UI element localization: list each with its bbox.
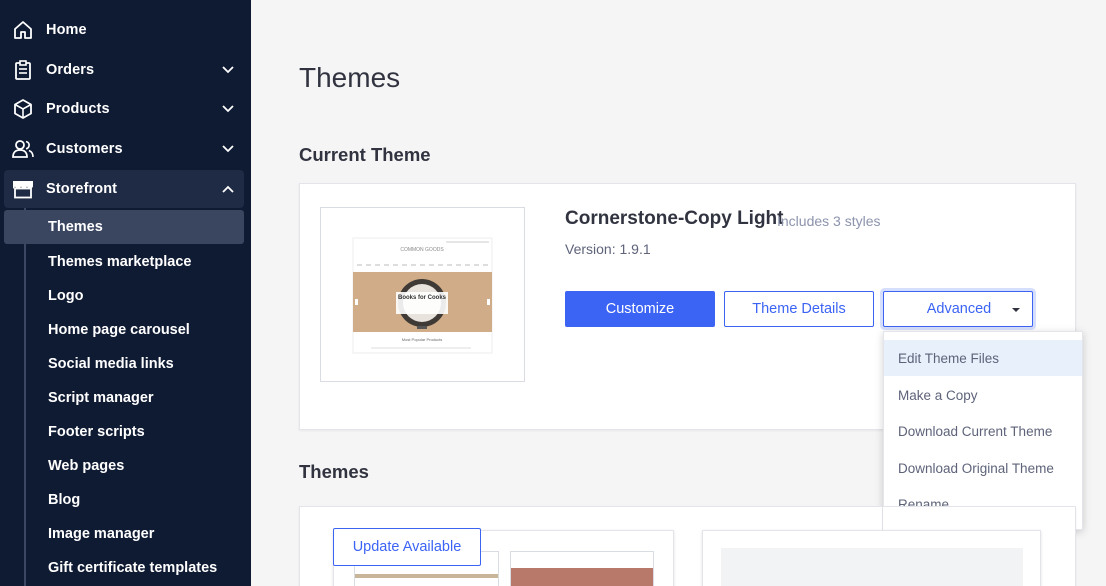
sidebar-subitem-footer-scripts[interactable]: Footer scripts xyxy=(4,415,244,449)
sidebar-item-home[interactable]: Home xyxy=(0,11,251,49)
sidebar-item-label: Products xyxy=(46,101,110,117)
update-available-button[interactable]: Update Available xyxy=(333,528,481,566)
sidebar-subitem-label: Themes xyxy=(48,219,103,235)
storefront-icon xyxy=(12,179,34,199)
sidebar-subitem-image-manager[interactable]: Image manager xyxy=(4,517,244,551)
chevron-up-icon[interactable] xyxy=(220,182,236,196)
sidebar-item-orders[interactable]: Orders xyxy=(0,51,251,89)
sidebar-subitem-script-manager[interactable]: Script manager xyxy=(4,381,244,415)
menu-item-make-a-copy[interactable]: Make a Copy xyxy=(884,377,1082,413)
page-title: Themes xyxy=(299,62,401,93)
preview-footer-text: Most Popular Products xyxy=(402,337,442,342)
home-icon xyxy=(12,20,34,40)
sidebar-subitem-label: Footer scripts xyxy=(48,424,145,440)
products-icon xyxy=(12,99,34,119)
theme-version: Version: 1.9.1 xyxy=(565,241,651,257)
sidebar-subitem-gift-certificate-templates[interactable]: Gift certificate templates xyxy=(4,551,244,585)
themes-heading: Themes xyxy=(299,461,369,482)
sidebar-subitem-logo[interactable]: Logo xyxy=(4,279,244,313)
sidebar: Home Orders Products Customers Storefron… xyxy=(0,0,251,586)
preview-banner-text: Books for Cooks xyxy=(398,295,447,301)
sidebar-item-label: Orders xyxy=(46,62,95,78)
sidebar-subitem-home-page-carousel[interactable]: Home page carousel xyxy=(4,313,244,347)
theme-tile-preview-alt xyxy=(510,551,654,586)
chevron-down-icon[interactable] xyxy=(220,102,236,116)
sidebar-subitem-label: Logo xyxy=(48,288,84,304)
sidebar-subitem-blog[interactable]: Blog xyxy=(4,483,244,517)
theme-tile-preview-bar xyxy=(355,574,498,578)
theme-details-button[interactable]: Theme Details xyxy=(724,291,874,327)
chevron-down-icon[interactable] xyxy=(220,63,236,77)
caret-down-icon xyxy=(1012,308,1020,312)
customers-icon xyxy=(12,139,34,159)
customize-button[interactable]: Customize xyxy=(565,291,715,327)
sidebar-item-label: Storefront xyxy=(46,181,118,197)
current-theme-heading: Current Theme xyxy=(299,144,431,165)
theme-tile-2-preview xyxy=(721,548,1023,586)
sidebar-item-products[interactable]: Products xyxy=(0,90,251,128)
theme-tile-preview-alt-banner xyxy=(511,568,653,586)
sidebar-subitem-label: Gift certificate templates xyxy=(48,560,218,576)
menu-item-download-original-theme[interactable]: Download Original Theme xyxy=(884,450,1082,486)
theme-preview-thumbnail[interactable]: COMMON GOODS Books for Cooks Most Popula… xyxy=(320,207,525,382)
theme-styles-count: Includes 3 styles xyxy=(777,213,881,229)
sidebar-subitem-themes-marketplace[interactable]: Themes marketplace xyxy=(4,245,244,279)
sidebar-subitem-label: Home page carousel xyxy=(48,322,190,338)
sidebar-subitem-label: Social media links xyxy=(48,356,174,372)
sidebar-subitem-themes[interactable]: Themes xyxy=(4,210,244,244)
menu-item-download-current-theme[interactable]: Download Current Theme xyxy=(884,413,1082,449)
sidebar-item-label: Home xyxy=(46,22,87,38)
preview-header-text: COMMON GOODS xyxy=(400,247,444,253)
theme-tile-2[interactable] xyxy=(702,530,1041,586)
sidebar-subitem-label: Web pages xyxy=(48,458,125,474)
sidebar-subitem-web-pages[interactable]: Web pages xyxy=(4,449,244,483)
theme-name: Cornerstone-Copy Light xyxy=(565,208,784,229)
advanced-button[interactable]: Advanced xyxy=(883,291,1033,327)
sidebar-item-customers[interactable]: Customers xyxy=(0,130,251,168)
sidebar-item-label: Customers xyxy=(46,141,123,157)
advanced-menu: Edit Theme Files Make a Copy Download Cu… xyxy=(883,331,1083,530)
sidebar-item-storefront[interactable]: Storefront xyxy=(4,170,244,208)
sidebar-subitem-label: Script manager xyxy=(48,390,154,406)
sidebar-subitem-label: Image manager xyxy=(48,526,155,542)
orders-icon xyxy=(12,60,34,80)
sidebar-subitem-label: Themes marketplace xyxy=(48,254,192,270)
menu-item-edit-theme-files[interactable]: Edit Theme Files xyxy=(884,340,1082,376)
sidebar-subitem-label: Blog xyxy=(48,492,81,508)
theme-preview-image: COMMON GOODS Books for Cooks Most Popula… xyxy=(352,237,493,354)
sidebar-subitem-social-media-links[interactable]: Social media links xyxy=(4,347,244,381)
chevron-down-icon[interactable] xyxy=(220,142,236,156)
